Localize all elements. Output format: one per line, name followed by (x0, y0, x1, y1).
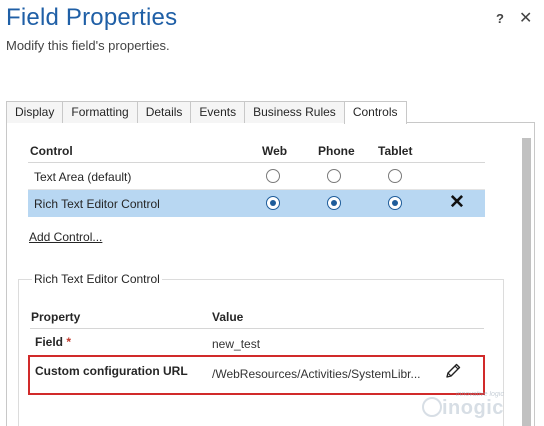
controls-table: Control Web Phone Tablet Text Area (defa… (28, 140, 485, 217)
tab-display[interactable]: Display (6, 101, 64, 123)
property-name: Field * (35, 335, 71, 349)
dialog-title: Field Properties (6, 4, 178, 31)
header-tablet: Tablet (378, 144, 413, 158)
web-radio[interactable] (266, 196, 280, 210)
watermark-logo-icon (422, 397, 442, 417)
remove-control-icon[interactable]: ✕ (449, 193, 465, 213)
property-name: Custom configuration URL (35, 364, 188, 378)
header-property: Property (31, 310, 81, 324)
control-row-text-area[interactable]: Text Area (default) (28, 163, 485, 190)
web-radio[interactable] (266, 169, 280, 183)
required-mark: * (66, 335, 72, 349)
header-phone: Phone (318, 144, 355, 158)
property-row-field[interactable]: Field * new_test (30, 329, 484, 356)
tab-events[interactable]: Events (190, 101, 246, 123)
control-row-rich-text-editor[interactable]: Rich Text Editor Control ✕ (28, 190, 485, 217)
tab-bar: Display Formatting Details Events Busine… (6, 101, 407, 124)
dialog-subtitle: Modify this field's properties. (6, 38, 170, 53)
property-name-text: Field (35, 335, 64, 349)
property-value: /WebResources/Activities/SystemLibr... (212, 367, 421, 381)
section-legend: Rich Text Editor Control (32, 272, 162, 286)
vertical-scrollbar[interactable] (521, 123, 533, 426)
tab-details[interactable]: Details (136, 101, 192, 123)
property-value: new_test (212, 337, 261, 351)
edit-pencil-icon[interactable] (444, 362, 462, 380)
help-button[interactable]: ? (496, 11, 504, 26)
tab-formatting[interactable]: Formatting (62, 101, 138, 123)
close-button[interactable]: ✕ (519, 8, 532, 28)
properties-table: Property Value Field * new_test Custom c… (30, 306, 484, 392)
phone-radio[interactable] (327, 196, 341, 210)
tablet-radio[interactable] (388, 196, 402, 210)
tablet-radio[interactable] (388, 169, 402, 183)
tab-business-rules[interactable]: Business Rules (244, 101, 345, 123)
header-control: Control (30, 144, 73, 158)
phone-radio[interactable] (327, 169, 341, 183)
control-name: Text Area (default) (34, 170, 132, 184)
controls-table-header: Control Web Phone Tablet (28, 140, 485, 163)
inogic-watermark: innovative logic inogic (420, 391, 540, 423)
tab-controls[interactable]: Controls (343, 101, 407, 124)
add-control-link[interactable]: Add Control... (29, 230, 102, 244)
control-name: Rich Text Editor Control (34, 197, 160, 211)
scrollbar-thumb[interactable] (522, 138, 531, 426)
header-value: Value (212, 310, 244, 324)
header-web: Web (262, 144, 288, 158)
properties-table-header: Property Value (30, 306, 484, 329)
watermark-brand: inogic (442, 397, 504, 419)
property-row-custom-configuration-url[interactable]: Custom configuration URL /WebResources/A… (30, 356, 484, 392)
